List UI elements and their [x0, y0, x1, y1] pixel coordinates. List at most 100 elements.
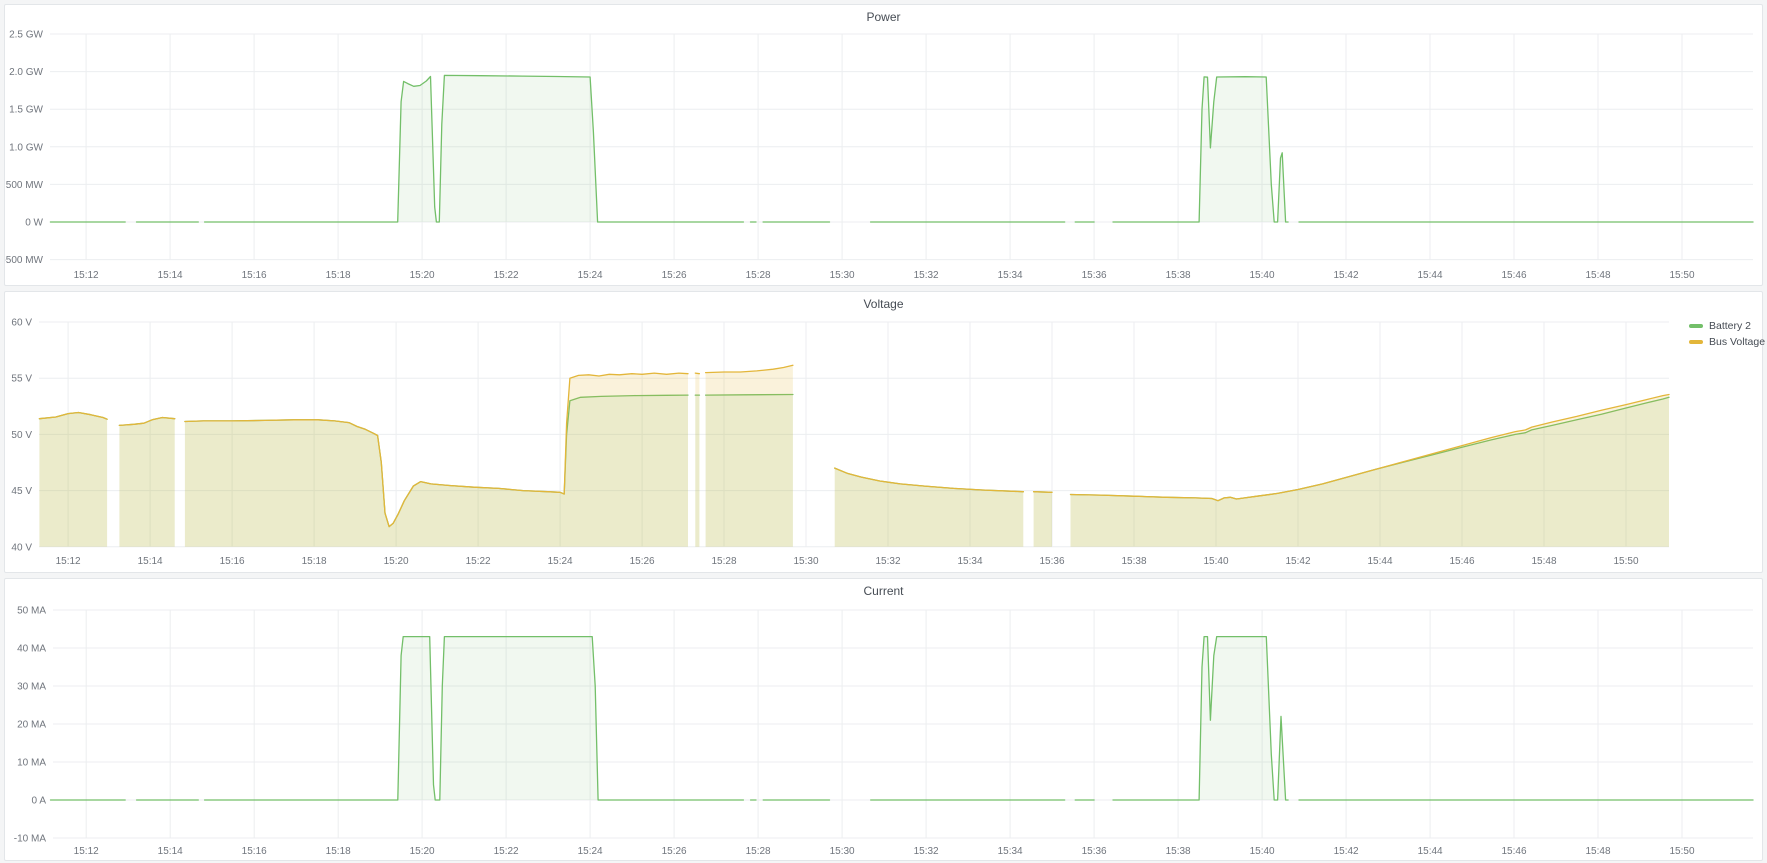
x-tick-label: 15:16 — [242, 846, 267, 857]
x-tick-label: 15:36 — [1039, 556, 1064, 567]
series-line-bus-voltage[interactable] — [1034, 492, 1052, 493]
x-tick-label: 15:34 — [998, 846, 1023, 857]
panel-current[interactable]: Current 15:1215:1415:1615:1815:2015:2215… — [4, 578, 1763, 861]
x-tick-label: 15:16 — [242, 270, 267, 281]
x-tick-label: 15:34 — [957, 556, 982, 567]
x-tick-label: 15:26 — [662, 270, 687, 281]
series-fill-bus-voltage — [1034, 492, 1052, 547]
panel-power[interactable]: Power 15:12 15:14 15:16 15:18 15:20 15:22 15:2… — [4, 4, 1763, 286]
legend-swatch-battery-2 — [1689, 324, 1703, 328]
x-tick-label: 15:20 — [384, 556, 409, 567]
chart-power[interactable]: 15:12 15:14 15:16 15:18 15:20 15:22 15:24 15:26… — [5, 5, 1762, 283]
y-tick-label: 50 MA — [17, 606, 46, 617]
x-tick-label: 15:28 — [746, 270, 771, 281]
y-tick-label: 20 MA — [17, 720, 46, 731]
x-tick-label: 15:48 — [1585, 846, 1610, 857]
y-tick-label: 60 V — [11, 318, 32, 329]
x-tick-label: 15:28 — [711, 556, 736, 567]
chart-voltage[interactable]: 15:12 15:14 15:16 15:18 15:20 15:22 15:24 15:26… — [5, 292, 1762, 570]
series-fill-bus-voltage — [835, 468, 1024, 547]
y-tick-label: 0 A — [32, 796, 47, 807]
x-tick-label: 15:26 — [630, 556, 655, 567]
x-tick-label: 15:30 — [830, 846, 855, 857]
x-tick-label: 15:38 — [1121, 556, 1146, 567]
x-tick-label: 15:46 — [1501, 270, 1526, 281]
x-tick-label: 15:42 — [1334, 846, 1359, 857]
series-fill-bus-voltage — [695, 373, 699, 547]
x-tick-label: 15:42 — [1285, 556, 1310, 567]
x-tick-label: 15:12 — [74, 270, 99, 281]
x-tick-label: 15:46 — [1449, 556, 1474, 567]
x-tick-label: 15:36 — [1082, 270, 1107, 281]
y-tick-label: 40 V — [11, 542, 32, 553]
x-tick-label: 15:16 — [220, 556, 245, 567]
x-tick-label: 15:42 — [1333, 270, 1358, 281]
x-tick-label: 15:34 — [998, 270, 1023, 281]
panel-title-power[interactable]: Power — [5, 7, 1762, 27]
panel-voltage[interactable]: Voltage 15:1215:1415:1615:1815:2015:2215… — [4, 291, 1763, 573]
y-tick-label: 0 W — [25, 218, 43, 229]
x-tick-label: 15:30 — [793, 556, 818, 567]
legend-label: Bus Voltage — [1709, 336, 1765, 348]
x-tick-label: 15:26 — [662, 846, 687, 857]
x-tick-label: 15:20 — [410, 846, 435, 857]
chart-current[interactable]: 15:12 15:14 15:16 15:18 15:20 15:22 15:24 15:26… — [5, 579, 1762, 858]
y-tick-label: 500 MW — [6, 180, 44, 191]
x-tick-label: 15:30 — [830, 270, 855, 281]
panel-title-current[interactable]: Current — [5, 581, 1762, 601]
y-tick-label: -500 MW — [5, 255, 44, 266]
x-tick-label: 15:36 — [1082, 846, 1107, 857]
y-tick-label: 50 V — [11, 430, 32, 441]
voltage-legend: Battery 2 Bus Voltage — [1689, 318, 1765, 350]
x-tick-label: 15:50 — [1613, 556, 1638, 567]
x-tick-label: 15:32 — [875, 556, 900, 567]
x-tick-label: 15:44 — [1418, 846, 1443, 857]
legend-item-battery-2[interactable]: Battery 2 — [1689, 318, 1765, 334]
legend-swatch-bus-voltage — [1689, 340, 1703, 344]
x-tick-label: 15:32 — [914, 270, 939, 281]
x-tick-label: 15:38 — [1166, 270, 1191, 281]
x-tick-label: 15:48 — [1585, 270, 1610, 281]
x-tick-label: 15:18 — [326, 270, 351, 281]
x-tick-label: 15:14 — [158, 270, 183, 281]
x-tick-label: 15:12 — [56, 556, 81, 567]
x-tick-label: 15:18 — [302, 556, 327, 567]
y-tick-label: 30 MA — [17, 682, 46, 693]
x-tick-label: 15:22 — [466, 556, 491, 567]
panel-title-voltage[interactable]: Voltage — [5, 294, 1762, 314]
x-tick-label: 15:14 — [138, 556, 163, 567]
x-tick-label: 15:50 — [1669, 846, 1694, 857]
x-tick-label: 15:22 — [494, 846, 519, 857]
y-tick-label: 2.5 GW — [9, 30, 43, 41]
x-tick-label: 15:32 — [914, 846, 939, 857]
x-tick-label: 15:20 — [410, 270, 435, 281]
x-tick-label: 15:48 — [1531, 556, 1556, 567]
x-tick-label: 15:38 — [1166, 846, 1191, 857]
x-tick-label: 15:40 — [1249, 270, 1274, 281]
x-tick-label: 15:18 — [326, 846, 351, 857]
x-tick-label: 15:22 — [494, 270, 519, 281]
legend-item-bus-voltage[interactable]: Bus Voltage — [1689, 334, 1765, 350]
y-tick-label: 2.0 GW — [9, 67, 43, 78]
series-fill-bus-voltage — [185, 373, 688, 547]
x-tick-label: 15:40 — [1250, 846, 1275, 857]
y-tick-label: 10 MA — [17, 758, 46, 769]
x-tick-label: 15:28 — [746, 846, 771, 857]
series-fill-bus-voltage — [39, 413, 107, 547]
y-tick-label: 55 V — [11, 374, 32, 385]
series-line-bus-voltage[interactable] — [695, 373, 699, 374]
series-fill-power — [205, 75, 744, 222]
x-tick-label: 15:44 — [1417, 270, 1442, 281]
y-tick-label: -10 MA — [14, 834, 47, 845]
x-tick-label: 15:12 — [74, 846, 99, 857]
legend-label: Battery 2 — [1709, 320, 1751, 332]
x-tick-label: 15:14 — [158, 846, 183, 857]
y-tick-label: 40 MA — [17, 644, 46, 655]
series-fill-bus-voltage — [119, 418, 174, 547]
series-fill-bus-voltage — [706, 365, 793, 547]
y-tick-label: 45 V — [11, 486, 32, 497]
x-tick-label: 15:24 — [578, 846, 603, 857]
x-tick-label: 15:24 — [578, 270, 603, 281]
x-tick-label: 15:24 — [548, 556, 573, 567]
x-tick-label: 15:40 — [1203, 556, 1228, 567]
